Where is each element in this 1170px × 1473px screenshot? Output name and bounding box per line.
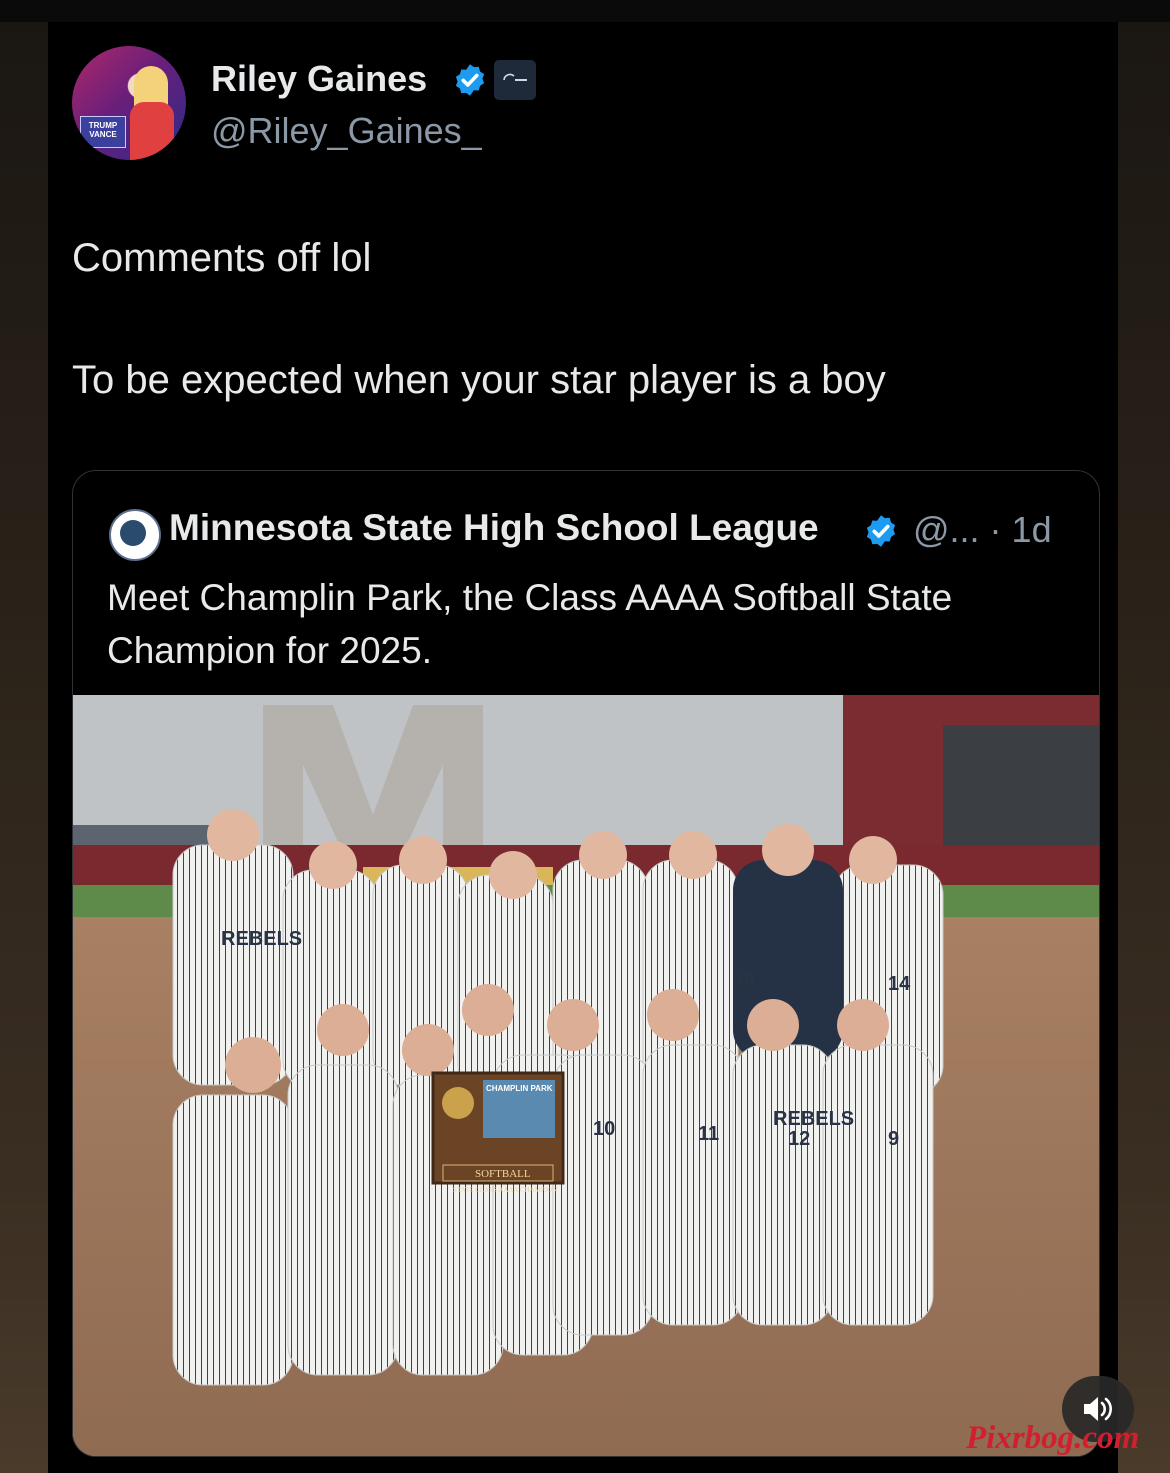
trophy-plaque: CHAMPLIN PARK SOFTBALL STATE CLASS AAAA … [431, 1071, 565, 1194]
quoted-handle-time: @... · 1d [913, 509, 1052, 550]
quoted-text: Meet Champlin Park, the Class AAAA Softb… [107, 577, 953, 671]
jersey-number: 10 [593, 1118, 615, 1140]
avatar-shirt [130, 102, 174, 160]
jersey-text: REBELS [221, 928, 302, 950]
affiliate-badge-icon[interactable] [494, 60, 536, 100]
jersey-number: 12 [788, 1128, 810, 1150]
author-name[interactable]: Riley Gaines [211, 58, 427, 100]
avatar[interactable]: TRUMP VANCE [72, 46, 186, 160]
tweet-text-line-1: Comments off lol [72, 236, 372, 280]
team-photo[interactable]: Cowles [73, 695, 1099, 1456]
jersey-number: 14 [888, 973, 911, 995]
background-right [1118, 0, 1170, 1473]
avatar-podium: TRUMP VANCE [80, 116, 126, 148]
jersey-number: 16 [733, 968, 755, 990]
affiliate-logo-icon [503, 73, 527, 81]
quoted-tweet[interactable]: Minnesota State High School League @... … [72, 470, 1100, 1457]
quoted-author-name[interactable]: Minnesota State High School League [169, 507, 819, 549]
jersey-number: 11 [698, 1123, 719, 1145]
author-handle[interactable]: @Riley_Gaines_ [211, 110, 482, 152]
jersey-number: 9 [888, 1128, 899, 1150]
team-photo-illustration: Cowles [73, 695, 1099, 1456]
watermark: Pixrbog.com [966, 1420, 1140, 1456]
verified-badge-icon [866, 515, 896, 547]
tweet-text-line-2: To be expected when your star player is … [72, 358, 886, 402]
top-bar [0, 0, 1170, 22]
plaque-caption: STATE CLASS AAAA CHAMPION [453, 1186, 557, 1194]
background-left [0, 0, 48, 1473]
plaque-sport: SOFTBALL [475, 1168, 531, 1180]
verified-badge-icon [455, 64, 485, 96]
jersey-text-right: REBELS [773, 1108, 854, 1130]
mshsl-logo-icon [109, 509, 161, 561]
avatar-podium-text: TRUMP VANCE [88, 121, 118, 139]
plaque-title: CHAMPLIN PARK [486, 1084, 553, 1093]
